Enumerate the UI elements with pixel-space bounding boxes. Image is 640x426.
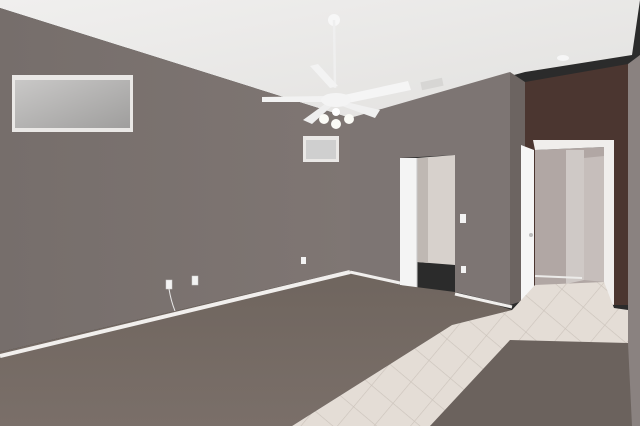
window-center [306,140,336,159]
window-left [15,80,130,128]
closet-interior-shadow [417,158,428,263]
hallway-back-wall [566,150,584,284]
hallway-far-door [584,156,604,282]
outlet-icon [461,266,466,273]
right-wall-edge [628,55,640,426]
outlet-icon [191,275,199,286]
door-knob [529,233,533,237]
outlet-icon [301,257,306,264]
smoke-detector [557,55,569,61]
room-photo [0,0,640,426]
closet-door[interactable] [400,158,417,289]
hallway-door[interactable] [521,145,534,308]
outlet-icon [165,279,173,290]
light-switch-icon [460,214,466,223]
